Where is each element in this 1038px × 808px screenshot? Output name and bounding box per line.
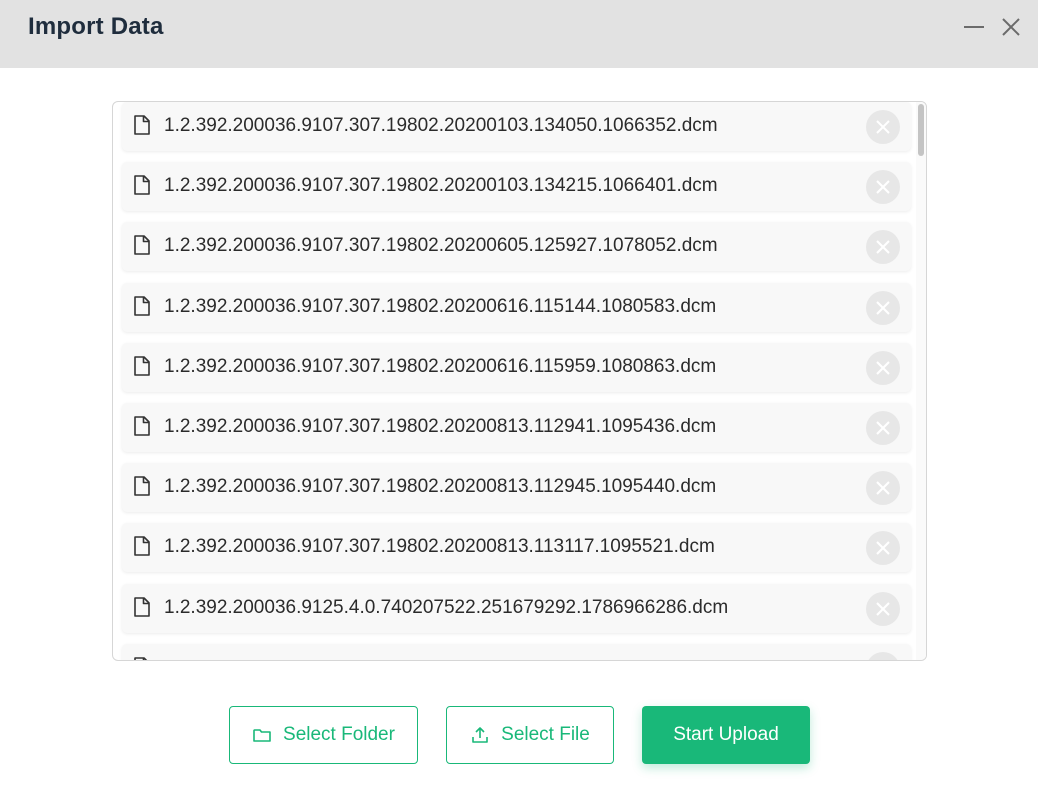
file-icon: [134, 355, 150, 376]
file-name: 1.2.392.200036.9107.307.19802.20200616.1…: [164, 295, 717, 317]
upload-icon: [472, 727, 488, 743]
close-circle-icon: [876, 300, 890, 315]
start-upload-label: Start Upload: [673, 724, 779, 745]
file-name: 1.2.392.200036.9107.307.19802.20200813.1…: [164, 476, 717, 498]
file-list[interactable]: 1.2.392.200036.9107.307.19802.20200103.1…: [112, 101, 927, 661]
close-circle-icon: [876, 120, 890, 134]
file-icon: [134, 175, 150, 195]
file-icon: [134, 416, 150, 436]
file-icon: [134, 295, 150, 316]
window-title: Import Data: [28, 13, 164, 40]
title-bar: Import Data: [0, 0, 1038, 68]
scrollbar-thumb[interactable]: [918, 104, 924, 156]
remove-file-button[interactable]: [866, 290, 900, 325]
file-name: 1.2.392.200036.9107.307.19802.20200103.1…: [164, 115, 718, 136]
file-row[interactable]: [122, 643, 911, 660]
remove-file-button[interactable]: [866, 230, 900, 265]
file-name: 1.2.392.200036.9107.307.19802.20200605.1…: [164, 235, 718, 257]
file-row[interactable]: 1.2.392.200036.9107.307.19802.20200605.1…: [122, 222, 911, 272]
close-circle-icon: [876, 601, 890, 616]
file-icon: [134, 536, 150, 557]
file-icon: [134, 115, 150, 135]
remove-file-button[interactable]: [866, 471, 900, 506]
select-folder-label: Select Folder: [283, 724, 395, 745]
close-circle-icon: [876, 361, 890, 375]
file-row[interactable]: 1.2.392.200036.9107.307.19802.20200103.1…: [122, 102, 911, 151]
file-row[interactable]: 1.2.392.200036.9107.307.19802.20200813.1…: [122, 463, 911, 513]
start-upload-button[interactable]: Start Upload: [642, 706, 810, 764]
remove-file-button[interactable]: [866, 350, 900, 385]
close-button[interactable]: [998, 14, 1024, 40]
select-file-label: Select File: [501, 724, 590, 745]
file-icon: [134, 596, 150, 617]
remove-file-button[interactable]: [866, 110, 900, 144]
file-icon: [134, 235, 150, 256]
file-row[interactable]: 1.2.392.200036.9107.307.19802.20200616.1…: [122, 342, 911, 392]
remove-file-button[interactable]: [866, 411, 900, 445]
close-circle-icon: [876, 541, 890, 556]
remove-file-button[interactable]: [866, 531, 900, 566]
file-icon: [134, 476, 150, 496]
close-circle-icon: [876, 180, 890, 194]
file-row[interactable]: 1.2.392.200036.9107.307.19802.20200813.1…: [122, 523, 911, 573]
file-name: 1.2.392.200036.9107.307.19802.20200616.1…: [164, 355, 717, 377]
file-row[interactable]: 1.2.392.200036.9125.4.0.740207522.251679…: [122, 583, 911, 633]
file-row[interactable]: 1.2.392.200036.9107.307.19802.20200103.1…: [122, 162, 911, 212]
file-list-scrollbar[interactable]: [916, 102, 926, 660]
close-icon: [1002, 18, 1020, 36]
file-name: 1.2.392.200036.9107.307.19802.20200103.1…: [164, 175, 718, 197]
file-name: 1.2.392.200036.9125.4.0.740207522.251679…: [164, 596, 729, 618]
file-name: 1.2.392.200036.9107.307.19802.20200813.1…: [164, 536, 715, 558]
close-circle-icon: [876, 240, 890, 255]
file-name: 1.2.392.200036.9107.307.19802.20200813.1…: [164, 416, 717, 437]
remove-file-button[interactable]: [866, 170, 900, 205]
file-row[interactable]: 1.2.392.200036.9107.307.19802.20200616.1…: [122, 282, 911, 332]
minimize-icon: [964, 26, 984, 28]
folder-icon: [253, 729, 271, 742]
close-circle-icon: [876, 421, 890, 435]
minimize-button[interactable]: [961, 14, 987, 40]
remove-file-button[interactable]: [866, 651, 900, 660]
file-list-viewport: 1.2.392.200036.9107.307.19802.20200103.1…: [113, 102, 916, 660]
file-row[interactable]: 1.2.392.200036.9107.307.19802.20200813.1…: [122, 403, 911, 452]
file-icon: [134, 656, 148, 660]
remove-file-button[interactable]: [866, 591, 900, 626]
close-circle-icon: [876, 481, 890, 495]
select-folder-button[interactable]: Select Folder: [229, 706, 418, 764]
select-file-button[interactable]: Select File: [446, 706, 614, 764]
